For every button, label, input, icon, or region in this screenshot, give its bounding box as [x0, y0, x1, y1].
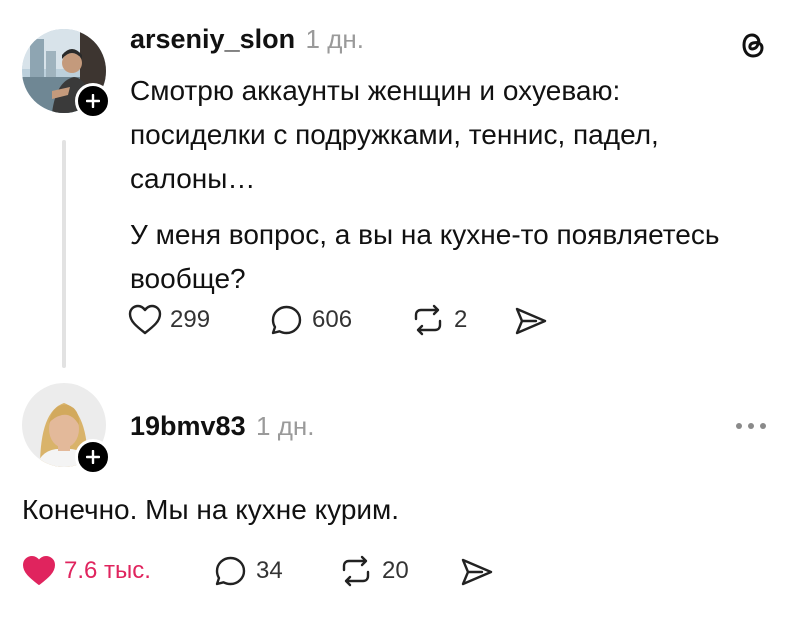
heart-filled-icon — [23, 556, 55, 585]
repost-icon — [342, 555, 370, 587]
threads-logo-icon[interactable] — [738, 28, 768, 67]
thread-line — [62, 140, 66, 368]
post-repost-button[interactable]: 2 — [410, 304, 467, 336]
share-icon — [461, 558, 493, 586]
post-comment-button[interactable]: 606 — [270, 304, 352, 336]
post-repost-count: 2 — [454, 306, 468, 333]
post-text-line: посиделки с подружками, теннис, падел, — [130, 119, 659, 150]
more-icon[interactable] — [734, 418, 768, 436]
post-username[interactable]: arseniy_slon — [130, 24, 295, 54]
heart-icon — [128, 304, 162, 335]
post-text-line: Смотрю аккаунты женщин и охуеваю: — [130, 75, 621, 106]
reply-repost-count: 20 — [382, 557, 409, 584]
reply-header: 19bmv83 1 дн. — [130, 411, 314, 442]
plus-icon — [86, 450, 100, 464]
reply-follow-button[interactable] — [75, 439, 111, 475]
post-text: Смотрю аккаунты женщин и охуеваю: посиде… — [130, 69, 770, 301]
post-like-count: 299 — [170, 306, 211, 333]
reply-username[interactable]: 19bmv83 — [130, 411, 246, 441]
post-like-button[interactable]: 299 — [128, 304, 210, 336]
reply-comment-count: 34 — [256, 557, 283, 584]
share-icon — [515, 307, 547, 335]
reply-like-count: 7.6 тыс. — [64, 557, 151, 584]
reply-time: 1 дн. — [256, 411, 315, 441]
reply-text: Конечно. Мы на кухне курим. — [22, 494, 400, 525]
post-text-line: У меня вопрос, а вы на кухне-то появляет… — [130, 219, 720, 250]
plus-icon — [86, 94, 100, 108]
reply-share-button[interactable] — [460, 557, 494, 592]
comment-icon — [215, 556, 246, 586]
repost-icon — [414, 304, 442, 336]
post-time: 1 дн. — [305, 24, 364, 54]
post-share-button[interactable] — [514, 306, 548, 341]
reply-repost-button[interactable]: 20 — [338, 555, 409, 587]
reply-like-button[interactable]: 7.6 тыс. — [22, 555, 151, 587]
post-header: arseniy_slon 1 дн. — [130, 24, 364, 55]
follow-button[interactable] — [75, 83, 111, 119]
post-comment-count: 606 — [312, 306, 353, 333]
post-text-line: салоны… — [130, 163, 256, 194]
comment-icon — [271, 305, 302, 335]
post-text-line: вообще? — [130, 263, 246, 294]
reply-comment-button[interactable]: 34 — [214, 555, 283, 587]
